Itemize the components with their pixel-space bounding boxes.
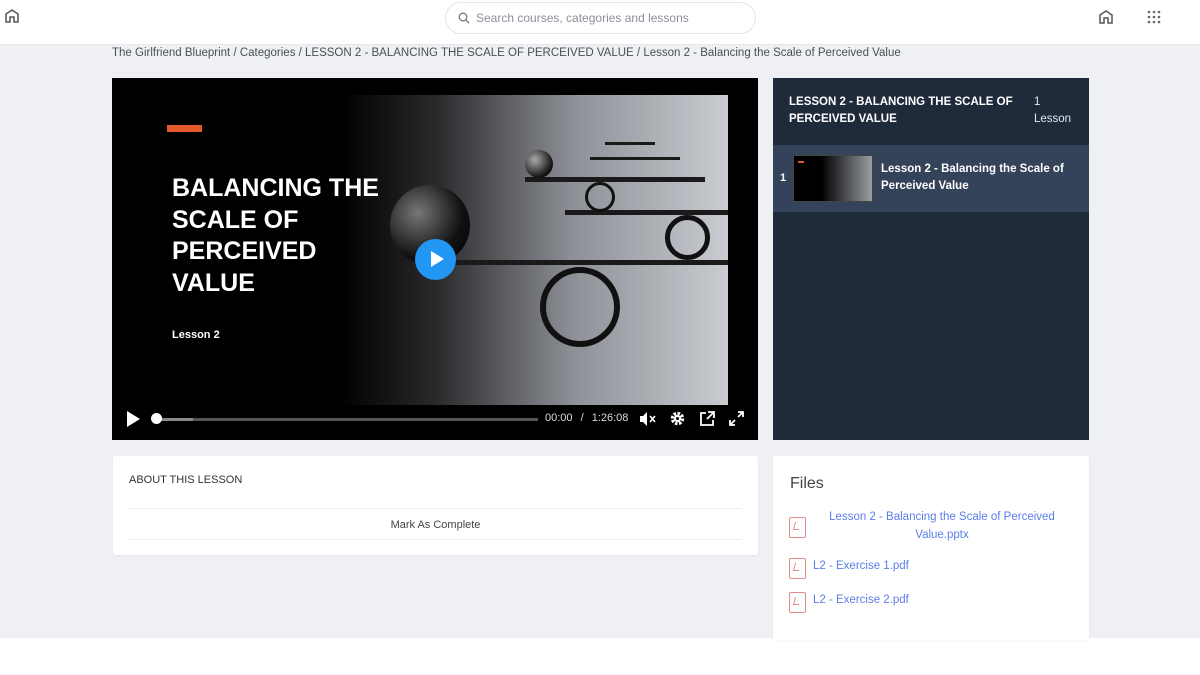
progress-handle[interactable] [151, 413, 162, 424]
video-thumbnail-image [340, 95, 728, 405]
duration: 1:26:08 [591, 412, 629, 424]
file-link[interactable]: L2 - Exercise 2.pdf [813, 592, 909, 610]
breadcrumb[interactable]: The Girlfriend Blueprint / Categories / … [112, 47, 901, 59]
fullscreen-icon[interactable] [729, 411, 744, 426]
about-heading: ABOUT THIS LESSON [129, 474, 243, 486]
mute-icon[interactable] [640, 412, 656, 426]
play-button[interactable] [415, 239, 456, 280]
video-player[interactable]: BALANCING THE SCALE OF PERCEIVED VALUE L… [112, 78, 758, 440]
accent-bar [167, 125, 202, 132]
file-link[interactable]: Lesson 2 - Balancing the Scale of Percei… [813, 509, 1071, 544]
search-input[interactable] [476, 11, 736, 25]
file-link[interactable]: L2 - Exercise 1.pdf [813, 558, 909, 576]
lesson-sidebar: LESSON 2 - BALANCING THE SCALE OF PERCEI… [773, 78, 1089, 440]
lesson-thumbnail [793, 155, 873, 202]
external-link-icon[interactable] [700, 411, 715, 426]
video-subtitle: Lesson 2 [172, 329, 220, 341]
progress-bar[interactable] [155, 418, 538, 421]
apps-grid-icon[interactable] [1147, 10, 1161, 24]
files-card: Files Lesson 2 - Balancing the Scale of … [773, 456, 1089, 640]
file-item[interactable]: L2 - Exercise 1.pdf [789, 558, 909, 579]
lesson-item-active[interactable]: 1 Lesson 2 - Balancing the Scale of Perc… [773, 145, 1089, 212]
search-icon [458, 12, 470, 24]
home-icon[interactable] [1098, 9, 1114, 25]
lesson-count: 1 Lesson [1034, 96, 1072, 125]
about-lesson-card: ABOUT THIS LESSON Mark As Complete [113, 456, 758, 555]
time-separator: / [580, 412, 584, 424]
current-time: 00:00 [545, 412, 573, 424]
file-icon [789, 517, 806, 538]
section-title: LESSON 2 - BALANCING THE SCALE OF PERCEI… [789, 96, 1013, 125]
play-icon[interactable] [126, 411, 140, 427]
video-title: BALANCING THE SCALE OF PERCEIVED VALUE [172, 174, 379, 297]
mark-complete-button[interactable]: Mark As Complete [129, 508, 742, 540]
file-item[interactable]: L2 - Exercise 2.pdf [789, 592, 909, 613]
video-controls: 00:00 / 1:26:08 [112, 406, 758, 432]
lesson-title: Lesson 2 - Balancing the Scale of Percei… [881, 163, 1064, 192]
lesson-number: 1 [780, 172, 787, 184]
pdf-icon [789, 558, 806, 579]
search-bar[interactable] [445, 2, 756, 34]
home-icon[interactable] [4, 8, 20, 24]
file-item[interactable]: Lesson 2 - Balancing the Scale of Percei… [789, 509, 1071, 544]
pdf-icon [789, 592, 806, 613]
settings-gear-icon[interactable] [670, 411, 685, 426]
top-bar [0, 0, 1200, 45]
files-heading: Files [790, 475, 824, 492]
